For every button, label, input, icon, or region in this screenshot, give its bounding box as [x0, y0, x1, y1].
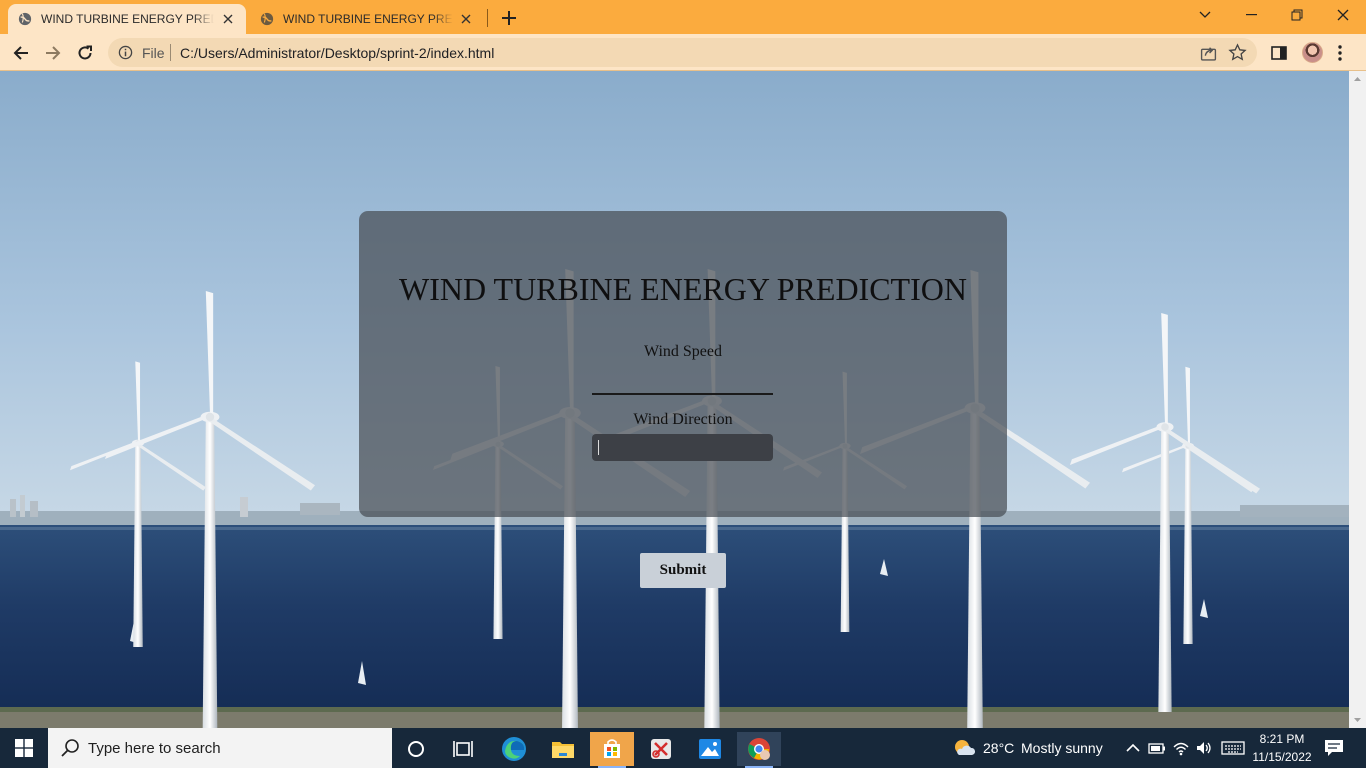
tab-strip: WIND TURBINE ENERGY PREDICTION WIND TURB…: [0, 0, 1366, 34]
snipping-tool-icon[interactable]: [639, 732, 683, 766]
scheme-label: File: [142, 45, 165, 61]
windows-taskbar: Type here to search 28°C Mostly sunny 8:…: [0, 728, 1366, 768]
back-arrow-icon[interactable]: [8, 40, 34, 66]
wind-direction-label: Wind Direction: [633, 411, 733, 428]
tab-close-icon[interactable]: [459, 11, 474, 27]
tab-close-icon[interactable]: [220, 11, 236, 27]
submit-button[interactable]: Submit: [640, 553, 726, 588]
url-text[interactable]: C:/Users/Administrator/Desktop/sprint-2/…: [180, 45, 494, 61]
scroll-down-arrow-icon[interactable]: [1353, 715, 1362, 724]
minimize-icon[interactable]: [1228, 0, 1274, 30]
tab-title: WIND TURBINE ENERGY PREDICTION: [283, 12, 453, 26]
close-window-icon[interactable]: [1320, 0, 1366, 30]
edge-icon[interactable]: [492, 732, 536, 766]
tab-title: WIND TURBINE ENERGY PREDICTION: [41, 12, 214, 26]
keyboard-icon[interactable]: [1221, 739, 1245, 757]
forward-arrow-icon[interactable]: [40, 40, 66, 66]
tab-inactive[interactable]: WIND TURBINE ENERGY PREDICTION: [250, 4, 484, 34]
menu-dots-icon[interactable]: [1337, 43, 1343, 63]
tab-active[interactable]: WIND TURBINE ENERGY PREDICTION: [8, 4, 246, 34]
text-caret: [598, 440, 599, 455]
start-windows-icon[interactable]: [0, 728, 48, 768]
page-viewport: WIND TURBINE ENERGY PREDICTION Wind Spee…: [0, 71, 1349, 728]
info-icon[interactable]: [118, 45, 133, 60]
page-title: WIND TURBINE ENERGY PREDICTION: [399, 271, 967, 307]
wind-direction-input[interactable]: [592, 434, 773, 461]
share-icon[interactable]: [1200, 44, 1217, 61]
wind-speed-input[interactable]: [592, 369, 773, 395]
new-tab-icon[interactable]: [498, 7, 520, 29]
weather-temperature[interactable]: 28°C: [983, 740, 1014, 756]
side-panel-icon[interactable]: [1271, 45, 1287, 61]
photos-icon[interactable]: [688, 732, 732, 766]
weather-condition[interactable]: Mostly sunny: [1021, 740, 1103, 756]
wifi-icon[interactable]: [1172, 739, 1190, 757]
browser-toolbar: File C:/Users/Administrator/Desktop/spri…: [0, 34, 1366, 71]
address-separator: [170, 44, 171, 61]
tab-search-icon[interactable]: [1182, 0, 1228, 30]
bookmark-star-icon[interactable]: [1228, 43, 1247, 62]
clock-date: 11/15/2022: [1252, 750, 1312, 764]
page-scrollbar[interactable]: [1349, 71, 1366, 728]
globe-icon: [260, 12, 274, 26]
store-icon[interactable]: [590, 732, 634, 768]
restore-icon[interactable]: [1274, 0, 1320, 30]
notification-icon[interactable]: [1324, 739, 1344, 757]
scroll-up-arrow-icon[interactable]: [1353, 75, 1362, 84]
system-clock[interactable]: 8:21 PM 11/15/2022: [1247, 730, 1317, 766]
search-icon: [61, 739, 79, 757]
chrome-icon[interactable]: [737, 732, 781, 768]
cortana-icon[interactable]: [394, 732, 438, 766]
prediction-form-card: WIND TURBINE ENERGY PREDICTION Wind Spee…: [359, 211, 1007, 517]
file-explorer-icon[interactable]: [541, 732, 585, 766]
globe-icon: [18, 12, 32, 26]
reload-icon[interactable]: [72, 40, 98, 66]
volume-icon[interactable]: [1195, 739, 1213, 757]
tab-separator: [487, 9, 488, 27]
search-placeholder: Type here to search: [88, 739, 221, 757]
address-bar[interactable]: File C:/Users/Administrator/Desktop/spri…: [108, 38, 1257, 67]
weather-cloud-sun-icon[interactable]: [953, 738, 975, 758]
chevron-up-icon[interactable]: [1124, 739, 1142, 757]
clock-time: 8:21 PM: [1259, 732, 1305, 746]
taskbar-search-box[interactable]: Type here to search: [48, 728, 392, 768]
task-view-icon[interactable]: [441, 732, 485, 766]
battery-icon[interactable]: [1148, 739, 1166, 757]
wind-speed-label: Wind Speed: [643, 343, 722, 360]
profile-avatar[interactable]: [1302, 42, 1323, 63]
